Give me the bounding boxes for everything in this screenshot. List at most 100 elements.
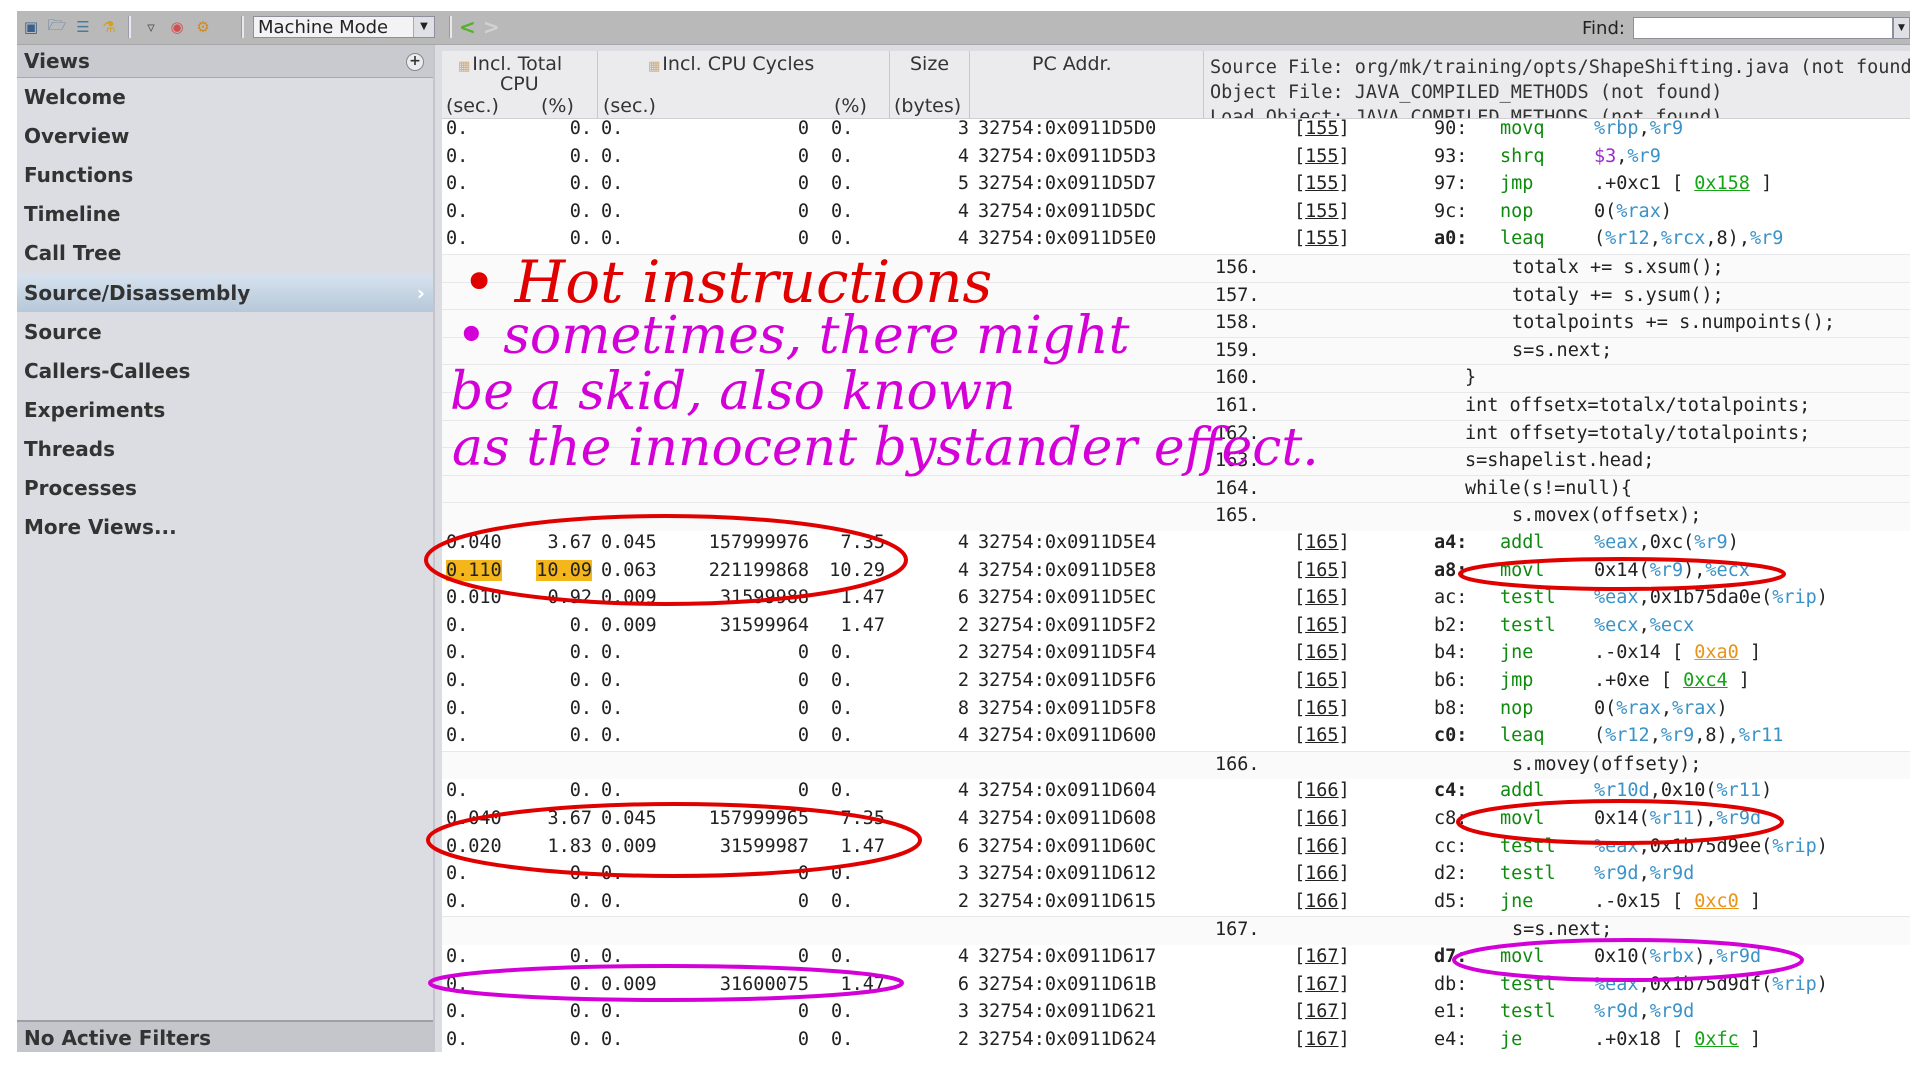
source-line-link[interactable]: [167] — [1294, 1029, 1350, 1050]
instruction-row[interactable]: 0. 0. 0. 0 0. 2 32754:0x0911D624 [167] e4: je .+0x… — [442, 1027, 1910, 1052]
source-line-link-number[interactable]: 155 — [1305, 118, 1338, 139]
source-line-link[interactable]: [167] — [1294, 946, 1350, 967]
forward-arrow-icon[interactable]: > — [483, 15, 500, 39]
branch-target-link[interactable]: 0xc4 — [1683, 670, 1728, 691]
view-mode-select[interactable]: Machine Mode ▼ — [253, 16, 435, 38]
source-line-link-number[interactable]: 167 — [1305, 946, 1338, 967]
source-line-row[interactable]: 165. s.movex(offsetx); — [442, 502, 1910, 531]
filters-panel[interactable]: No Active Filters — [17, 1020, 433, 1052]
source-line-link[interactable]: [155] — [1294, 118, 1350, 139]
find-input[interactable] — [1633, 17, 1893, 39]
source-line-link[interactable]: [165] — [1294, 725, 1350, 746]
source-line-link-number[interactable]: 166 — [1305, 836, 1338, 857]
branch-target-link[interactable]: 0xa0 — [1694, 642, 1739, 663]
instruction-row[interactable]: 0. 0. 0. 0 0. 4 32754:0x0911D617 [167] d7: movl 0x… — [442, 944, 1910, 972]
source-line-link-number[interactable]: 166 — [1305, 891, 1338, 912]
sidebar-item-callers-callees[interactable]: Callers-Callees — [17, 352, 433, 390]
instruction-row[interactable]: 0.110 10.09 0.063 221199868 10.29 4 32754:0x09… — [442, 558, 1910, 586]
source-line-link-number[interactable]: 165 — [1305, 642, 1338, 663]
instruction-row[interactable]: 0. 0. 0. 0 0. 2 32754:0x0911D615 [166] d5: jne .-0… — [442, 889, 1910, 917]
settings-icon[interactable]: ⚙ — [193, 17, 213, 37]
instruction-row[interactable]: 0. 0. 0. 0 0. 5 32754:0x0911D5D7 [155] 97: jmp .+0… — [442, 171, 1910, 199]
add-view-button[interactable]: + — [406, 53, 424, 71]
source-line-link[interactable]: [155] — [1294, 201, 1350, 222]
source-line-link[interactable]: [165] — [1294, 560, 1350, 581]
instruction-row[interactable]: 0.020 1.83 0.009 31599987 1.47 6 32754:0x0911D… — [442, 834, 1910, 862]
instruction-row[interactable]: 0. 0. 0. 0 0. 4 32754:0x0911D5D3 [155] 93: shrq $3… — [442, 144, 1910, 172]
sidebar-item-timeline[interactable]: Timeline — [17, 195, 433, 233]
instruction-row[interactable]: 0. 0. 0. 0 0. 4 32754:0x0911D604 [166] c4: addl %r… — [442, 778, 1910, 806]
source-line-link[interactable]: [166] — [1294, 891, 1350, 912]
sidebar-item-welcome[interactable]: Welcome — [17, 78, 433, 116]
sidebar-item-source[interactable]: Source — [17, 313, 433, 351]
source-line-link-number[interactable]: 167 — [1305, 1001, 1338, 1022]
source-line-link[interactable]: [166] — [1294, 808, 1350, 829]
source-line-link[interactable]: [155] — [1294, 173, 1350, 194]
source-line-link[interactable]: [165] — [1294, 615, 1350, 636]
sidebar-item-overview[interactable]: Overview — [17, 117, 433, 155]
source-line-row[interactable]: 167. s=s.next; — [442, 916, 1910, 945]
source-line-link[interactable]: [155] — [1294, 146, 1350, 167]
source-line-link[interactable]: [167] — [1294, 1001, 1350, 1022]
source-line-link[interactable]: [165] — [1294, 642, 1350, 663]
profile-icon[interactable]: ◉ — [167, 17, 187, 37]
find-dropdown-button[interactable]: ▼ — [1893, 17, 1910, 39]
column-header-incl-total-cpu[interactable]: ▦ Incl. Total CPU (sec.) (%) — [442, 51, 598, 119]
instruction-row[interactable]: 0. 0. 0. 0 0. 8 32754:0x0911D5F8 [165] b8: nop 0(%… — [442, 696, 1910, 724]
source-line-link-number[interactable]: 166 — [1305, 780, 1338, 801]
source-line-link[interactable]: [165] — [1294, 698, 1350, 719]
back-arrow-icon[interactable]: < — [459, 15, 476, 39]
instruction-row[interactable]: 0. 0. 0. 0 0. 3 32754:0x0911D612 [166] d2: testl%… — [442, 861, 1910, 889]
source-line-link-number[interactable]: 165 — [1305, 560, 1338, 581]
sidebar-item-threads[interactable]: Threads — [17, 430, 433, 468]
source-line-link[interactable]: [166] — [1294, 780, 1350, 801]
source-line-row[interactable]: 164. while(s!=null){ — [442, 474, 1910, 504]
source-line-link-number[interactable]: 167 — [1305, 1029, 1338, 1050]
source-line-link-number[interactable]: 155 — [1305, 173, 1338, 194]
branch-target-link[interactable]: 0x158 — [1694, 173, 1750, 194]
instruction-row[interactable]: 0. 0. 0. 0 0. 3 32754:0x0911D5D0 [155] 90: movq %r… — [442, 116, 1910, 144]
instruction-row[interactable]: 0.040 3.67 0.045 157999976 7.35 4 32754:0x0911… — [442, 530, 1910, 558]
source-line-link-number[interactable]: 165 — [1305, 615, 1338, 636]
source-line-link-number[interactable]: 167 — [1305, 974, 1338, 995]
branch-target-link[interactable]: 0xc0 — [1694, 891, 1739, 912]
branch-target-link[interactable]: 0xfc — [1694, 1029, 1739, 1050]
source-line-link-number[interactable]: 165 — [1305, 587, 1338, 608]
instruction-row[interactable]: 0.040 3.67 0.045 157999965 7.35 4 32754:0x0911… — [442, 806, 1910, 834]
source-line-link-number[interactable]: 155 — [1305, 146, 1338, 167]
instruction-row[interactable]: 0.010 0.92 0.009 31599988 1.47 6 32754:0x0911D… — [442, 585, 1910, 613]
sidebar-item-source-disassembly[interactable]: Source/Disassembly › — [17, 273, 433, 312]
sidebar-item-more-views[interactable]: More Views... — [17, 508, 433, 546]
new-experiment-icon[interactable]: ⚗ — [99, 17, 119, 37]
source-line-link-number[interactable]: 166 — [1305, 808, 1338, 829]
filter-icon[interactable]: ▿ — [141, 17, 161, 37]
column-header-size[interactable]: Size (bytes) — [890, 51, 970, 119]
source-line-link[interactable]: [167] — [1294, 974, 1350, 995]
instruction-row[interactable]: 0. 0. 0. 0 0. 4 32754:0x0911D600 [165] c0: leaq (%… — [442, 723, 1910, 751]
instruction-row[interactable]: 0. 0. 0. 0 0. 2 32754:0x0911D5F6 [165] b6: jmp .+0… — [442, 668, 1910, 696]
sidebar-item-call-tree[interactable]: Call Tree — [17, 234, 433, 272]
source-line-link[interactable]: [155] — [1294, 228, 1350, 249]
save-experiment-icon[interactable]: ▣ — [21, 17, 41, 37]
source-line-link[interactable]: [166] — [1294, 836, 1350, 857]
source-line-link-number[interactable]: 155 — [1305, 228, 1338, 249]
compare-icon[interactable]: ☰ — [73, 17, 93, 37]
sidebar-item-functions[interactable]: Functions — [17, 156, 433, 194]
source-line-link[interactable]: [165] — [1294, 587, 1350, 608]
source-line-link-number[interactable]: 165 — [1305, 698, 1338, 719]
source-line-link-number[interactable]: 165 — [1305, 532, 1338, 553]
column-header-incl-cpu-cycles[interactable]: ▦ Incl. CPU Cycles (sec.) (%) — [598, 51, 890, 119]
source-line-link[interactable]: [166] — [1294, 863, 1350, 884]
instruction-row[interactable]: 0. 0. 0. 0 0. 3 32754:0x0911D621 [167] e1: testl%… — [442, 999, 1910, 1027]
source-line-link[interactable]: [165] — [1294, 670, 1350, 691]
sidebar-item-processes[interactable]: Processes — [17, 469, 433, 507]
instruction-row[interactable]: 0. 0. 0.009 31600075 1.47 6 32754:0x0911D61B [1… — [442, 972, 1910, 1000]
column-header-pc-addr[interactable]: PC Addr. — [970, 51, 1204, 119]
source-line-link[interactable]: [165] — [1294, 532, 1350, 553]
source-line-row[interactable]: 166. s.movey(offsety); — [442, 750, 1910, 780]
instruction-row[interactable]: 0. 0. 0. 0 0. 4 32754:0x0911D5DC [155] 9c: nop 0(%… — [442, 199, 1910, 227]
instruction-row[interactable]: 0. 0. 0. 0 0. 2 32754:0x0911D5F4 [165] b4: jne .-0… — [442, 640, 1910, 668]
open-experiment-icon[interactable]: 🗁 — [47, 16, 67, 37]
source-line-link-number[interactable]: 166 — [1305, 863, 1338, 884]
sidebar-item-experiments[interactable]: Experiments — [17, 391, 433, 429]
